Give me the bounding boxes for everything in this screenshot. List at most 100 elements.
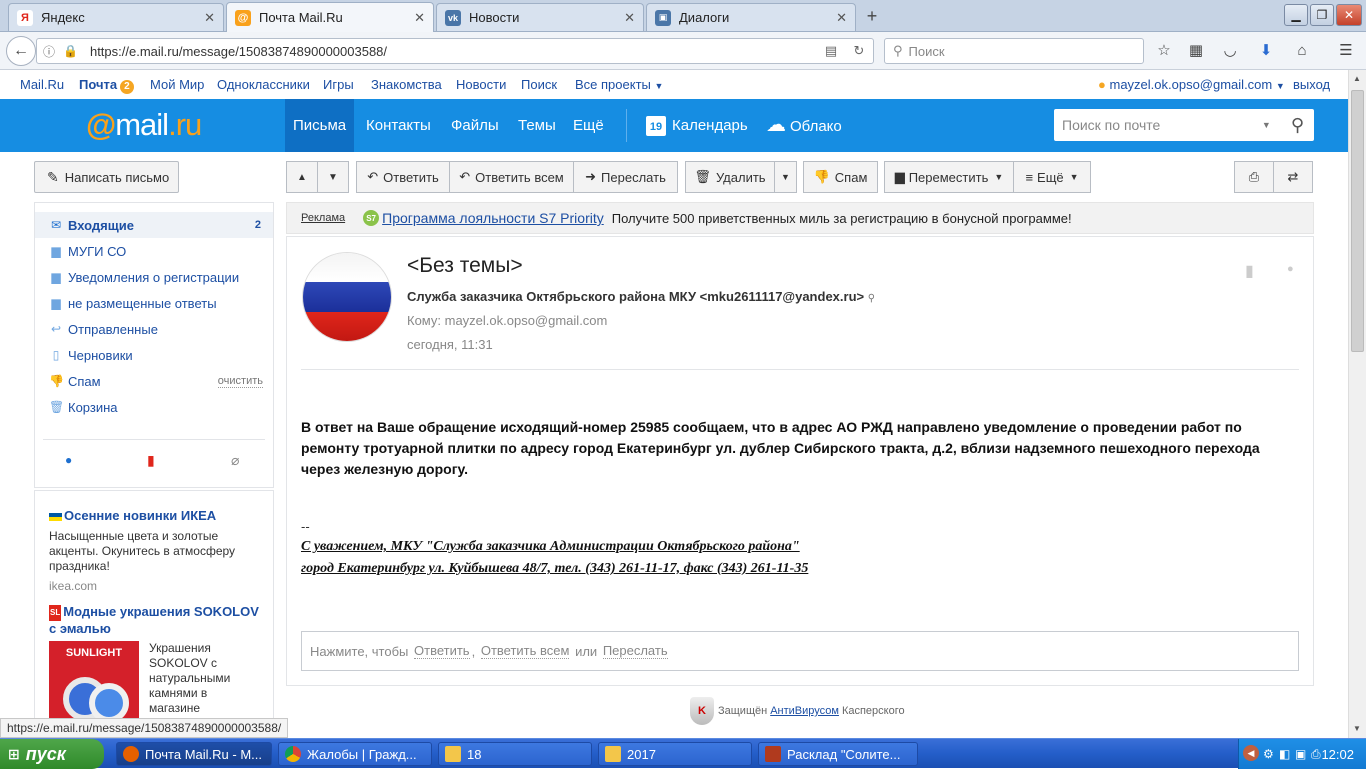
task-firefox-mail[interactable]: Почта Mail.Ru - M... [116, 742, 272, 766]
folder-trash[interactable]: 🗑 Корзина [35, 394, 273, 420]
write-letter-button[interactable]: ✎ Написать письмо [34, 161, 179, 193]
window-close-icon[interactable]: ✕ [1336, 4, 1362, 26]
nav-letters[interactable]: Письма [285, 99, 355, 152]
logout-link[interactable]: выход [1293, 77, 1330, 92]
print-button[interactable]: ⎙ [1234, 161, 1274, 193]
printer-icon[interactable]: ⎙ [1311, 747, 1321, 762]
move-button[interactable]: ▆ Переместить ▼ [884, 161, 1014, 193]
portal-link-all-projects[interactable]: Все проекты ▼ [575, 77, 663, 92]
nav-contacts[interactable]: Контакты [358, 99, 439, 152]
portal-link-ok[interactable]: Одноклассники [217, 77, 310, 92]
ad-ikea-title[interactable]: Осенние новинки ИКЕА [49, 508, 216, 523]
url-text[interactable]: https://e.mail.ru/message/15083874890000… [90, 44, 817, 59]
scroll-down-icon[interactable]: ▼ [1353, 724, 1361, 733]
folder-drafts[interactable]: ▯ Черновики [35, 342, 273, 368]
maximize-icon[interactable]: ❐ [1310, 4, 1334, 26]
tab-dialogs[interactable]: ▣ Диалоги ✕ [646, 3, 856, 31]
mailru-logo[interactable]: @mail.ru [86, 107, 202, 143]
ad-ikea-text[interactable]: Насыщенные цвета и золотые акценты. Окун… [49, 529, 249, 574]
new-tab-plus-icon[interactable]: + [862, 6, 882, 26]
folder-sent[interactable]: ↩ Отправленные [35, 316, 273, 342]
back-arrow-icon[interactable]: ← [6, 36, 36, 66]
ad-sokolov-title[interactable]: SL Модные украшения SOKOLOV с эмалью [49, 604, 259, 637]
close-icon[interactable]: ✕ [624, 10, 635, 26]
reply-all-button[interactable]: ↶ Ответить всем [449, 161, 574, 193]
nav-cloud[interactable]: ☁ Облако [758, 99, 850, 152]
quick-reply-link[interactable]: Ответить [414, 643, 470, 659]
folder-inbox[interactable]: ✉ Входящие 2 [35, 212, 273, 238]
menu-icon[interactable]: ☰ [1336, 42, 1356, 62]
portal-link-myworld[interactable]: Мой Мир [150, 77, 204, 92]
promo-link[interactable]: Программа лояльности S7 Priority [382, 210, 604, 226]
read-status-dot-icon[interactable]: ● [1287, 263, 1294, 275]
tab-mailru[interactable]: @ Почта Mail.Ru ✕ [226, 2, 434, 32]
delete-button[interactable]: 🗑 Удалить [685, 161, 775, 193]
flag-filter-icon[interactable]: ▮ [147, 452, 155, 469]
search-icon[interactable]: ⚲ [1291, 115, 1304, 136]
ad-label[interactable]: Реклама [301, 212, 345, 224]
task-chrome-complaints[interactable]: Жалобы | Гражд... [278, 742, 432, 766]
minimize-icon[interactable]: ▁ [1284, 4, 1308, 26]
tab-yandex[interactable]: Я Яндекс ✕ [8, 3, 224, 31]
search-icon[interactable]: ⚲ [868, 293, 875, 304]
portal-link-games[interactable]: Игры [323, 77, 354, 92]
ad-sokolov-image[interactable]: SUNLIGHT [49, 641, 139, 729]
nav-calendar[interactable]: 19 Календарь [638, 99, 756, 152]
ad-sokolov-text[interactable]: Украшения SOKOLOV с натуральными камнями… [149, 641, 249, 716]
portal-link-mailru[interactable]: Mail.Ru [20, 77, 64, 92]
home-icon[interactable]: ⌂ [1292, 42, 1312, 62]
reader-view-icon[interactable]: ▤ [817, 43, 845, 59]
address-bar[interactable]: ⓘ 🔒 https://e.mail.ru/message/1508387489… [36, 38, 874, 64]
chevron-down-icon[interactable]: ▼ [1262, 120, 1271, 130]
pocket-icon[interactable]: ◡ [1220, 42, 1240, 62]
nav-files[interactable]: Файлы [443, 99, 507, 152]
portal-link-news[interactable]: Новости [456, 77, 506, 92]
tray-arrow-icon[interactable]: ◀ [1243, 745, 1259, 761]
bookmark-star-icon[interactable]: ☆ [1154, 42, 1174, 62]
portal-link-dating[interactable]: Знакомства [371, 77, 442, 92]
info-icon[interactable]: ⓘ [43, 43, 55, 60]
translate-button[interactable]: ⇄ [1273, 161, 1313, 193]
display-icon[interactable]: ▣ [1295, 747, 1306, 761]
forward-button[interactable]: ➜ Переслать [573, 161, 678, 193]
task-folder-18[interactable]: 18 [438, 742, 592, 766]
folder-spam[interactable]: 👎 Спам очистить [35, 368, 273, 394]
page-scrollbar[interactable]: ▲ ▼ [1348, 70, 1366, 738]
folder-unplaced[interactable]: ▆ не размещенные ответы [35, 290, 273, 316]
user-email-menu[interactable]: ● mayzel.ok.opso@gmail.com ▼ [1098, 77, 1285, 92]
delete-menu-button[interactable]: ▼ [774, 161, 797, 193]
tab-news[interactable]: vk Новости ✕ [436, 3, 644, 31]
ad-ikea-domain[interactable]: ikea.com [49, 579, 97, 593]
mail-search-input[interactable]: Поиск по почте ▼ ⚲ [1054, 109, 1314, 141]
download-icon[interactable]: ⬇ [1256, 42, 1276, 62]
quick-reply-box[interactable]: Нажмите, чтобы Ответить, Ответить всем и… [301, 631, 1299, 671]
network-icon[interactable]: ⚙ [1263, 747, 1274, 761]
clock[interactable]: 12:02 [1321, 747, 1354, 762]
close-icon[interactable]: ✕ [204, 10, 215, 26]
quick-forward-link[interactable]: Переслать [602, 643, 668, 659]
clear-spam-link[interactable]: очистить [217, 375, 263, 388]
scroll-up-icon[interactable]: ▲ [1353, 74, 1361, 83]
nav-themes[interactable]: Темы [510, 99, 564, 152]
bookmarks-list-icon[interactable]: ▦ [1186, 42, 1206, 62]
scrollbar-thumb[interactable] [1351, 90, 1364, 352]
prev-message-button[interactable]: ▲ [286, 161, 318, 193]
message-from[interactable]: Служба заказчика Октябрьского района МКУ… [407, 289, 875, 304]
reload-icon[interactable]: ↻ [845, 43, 873, 59]
volume-icon[interactable]: ◧ [1279, 747, 1290, 761]
portal-link-mail[interactable]: Почта 2 [79, 77, 134, 94]
attachment-filter-icon[interactable]: ⌀ [231, 452, 239, 469]
task-folder-2017[interactable]: 2017 [598, 742, 752, 766]
next-message-button[interactable]: ▼ [317, 161, 349, 193]
nav-more[interactable]: Ещё [565, 99, 612, 152]
folder-mugi[interactable]: ▆ МУГИ СО [35, 238, 273, 264]
portal-link-search[interactable]: Поиск [521, 77, 557, 92]
folder-registration[interactable]: ▆ Уведомления о регистрации [35, 264, 273, 290]
task-solitaire[interactable]: Расклад "Солите... [758, 742, 918, 766]
start-button[interactable]: ⊞ пуск [0, 739, 104, 769]
unread-filter-icon[interactable]: ● [65, 453, 72, 467]
close-icon[interactable]: ✕ [414, 10, 425, 26]
reply-button[interactable]: ↶ Ответить [356, 161, 450, 193]
quick-reply-all-link[interactable]: Ответить всем [480, 643, 570, 659]
more-actions-button[interactable]: ≡ Ещё ▼ [1013, 161, 1091, 193]
